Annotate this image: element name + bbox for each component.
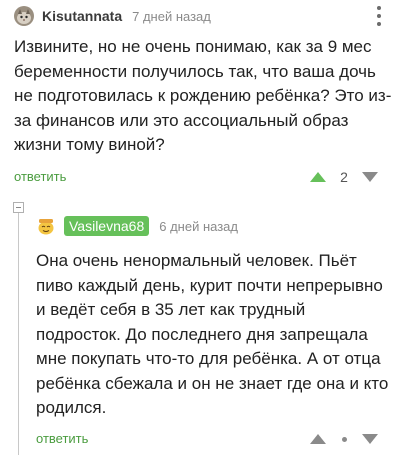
rating-score: 2 <box>340 169 348 185</box>
comment-text: Извините, но не очень понимаю, как за 9 … <box>14 37 392 154</box>
downvote-icon[interactable] <box>354 426 386 452</box>
reply-button[interactable]: ответить <box>36 431 88 446</box>
comment-header: Kisutannata 7 дней назад <box>14 4 211 28</box>
emoji-avatar-icon[interactable] <box>36 216 56 236</box>
username[interactable]: Kisutannata <box>42 8 122 24</box>
vote-controls <box>302 426 386 452</box>
rating-hidden-dot <box>334 436 354 442</box>
upvote-icon[interactable] <box>302 426 334 452</box>
comment-header: Vasilevna68 6 дней назад <box>36 214 238 238</box>
upvote-icon[interactable] <box>302 164 334 190</box>
reply-button[interactable]: ответить <box>14 169 66 184</box>
cat-avatar-icon[interactable] <box>14 6 34 26</box>
more-options-icon[interactable] <box>376 6 382 26</box>
comment-reply: Vasilevna68 6 дней назад Она очень ненор… <box>0 196 400 455</box>
downvote-icon[interactable] <box>354 164 386 190</box>
comment-text: Она очень ненормальный человек. Пьёт пив… <box>36 251 389 417</box>
comment-footer: ответить <box>0 426 400 452</box>
comment: Kisutannata 7 дней назад Извините, но не… <box>0 0 400 196</box>
vote-controls: 2 <box>302 164 386 190</box>
comment-footer: ответить 2 <box>0 164 400 190</box>
timestamp[interactable]: 7 дней назад <box>132 9 211 24</box>
author-username-badge[interactable]: Vasilevna68 <box>64 216 150 236</box>
timestamp[interactable]: 6 дней назад <box>159 219 238 234</box>
